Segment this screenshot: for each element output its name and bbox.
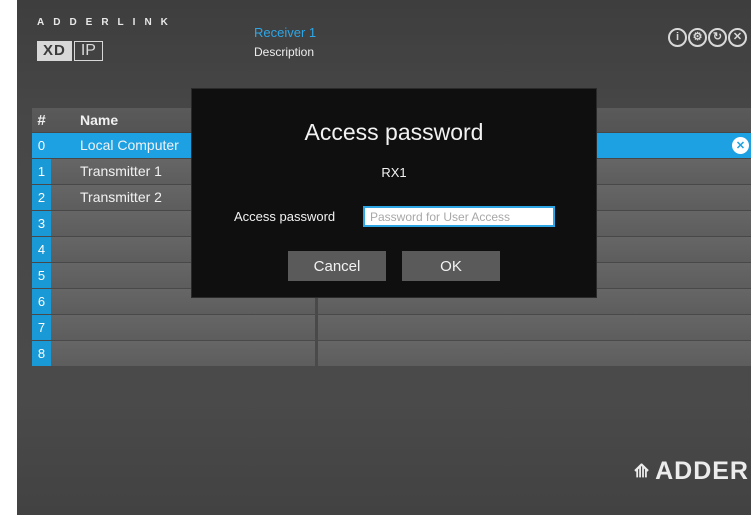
brand-logo-text: ADDERLINK	[37, 17, 177, 28]
top-toolbar: i ⚙ ↻ ✕	[668, 28, 747, 47]
access-password-dialog: Access password RX1 Access password Canc…	[191, 88, 597, 298]
row-number: 7	[32, 315, 51, 340]
adder-logo-icon: ⟰	[634, 461, 651, 481]
row-number: 6	[32, 289, 51, 314]
dialog-title: Access password	[304, 119, 484, 145]
dialog-subtitle: RX1	[381, 165, 407, 180]
header-name: Name	[80, 112, 119, 128]
row-number: 3	[32, 211, 51, 236]
info-icon[interactable]: i	[668, 28, 687, 47]
password-label: Access password	[234, 209, 336, 224]
row-name: Local Computer	[80, 137, 179, 153]
row-close-icon[interactable]: ✕	[732, 137, 749, 154]
password-input[interactable]	[363, 206, 555, 227]
refresh-icon[interactable]: ↻	[708, 28, 727, 47]
settings-icon[interactable]: ⚙	[688, 28, 707, 47]
row-number: 4	[32, 237, 51, 262]
table-row[interactable]: 7	[32, 315, 751, 340]
receiver-name: Receiver 1	[254, 25, 317, 40]
row-number: 0	[37, 138, 46, 153]
row-name: Transmitter 1	[80, 163, 162, 179]
table-row[interactable]: 8	[32, 341, 751, 366]
close-icon[interactable]: ✕	[728, 28, 747, 47]
adder-logo: ⟰ ADDER	[634, 457, 749, 486]
row-name: Transmitter 2	[80, 189, 162, 205]
header-num: #	[37, 112, 46, 129]
cancel-button[interactable]: Cancel	[288, 251, 386, 281]
adder-logo-text: ADDER	[655, 457, 749, 485]
row-number: 5	[32, 263, 51, 288]
row-number: 2	[32, 185, 51, 210]
receiver-description: Description	[254, 45, 315, 59]
brand-xd: XD	[37, 41, 72, 61]
brand-logo: XD IP	[37, 41, 103, 61]
brand-ip: IP	[73, 41, 103, 61]
row-number: 1	[32, 159, 51, 184]
row-number: 8	[32, 341, 51, 366]
ok-button[interactable]: OK	[402, 251, 500, 281]
